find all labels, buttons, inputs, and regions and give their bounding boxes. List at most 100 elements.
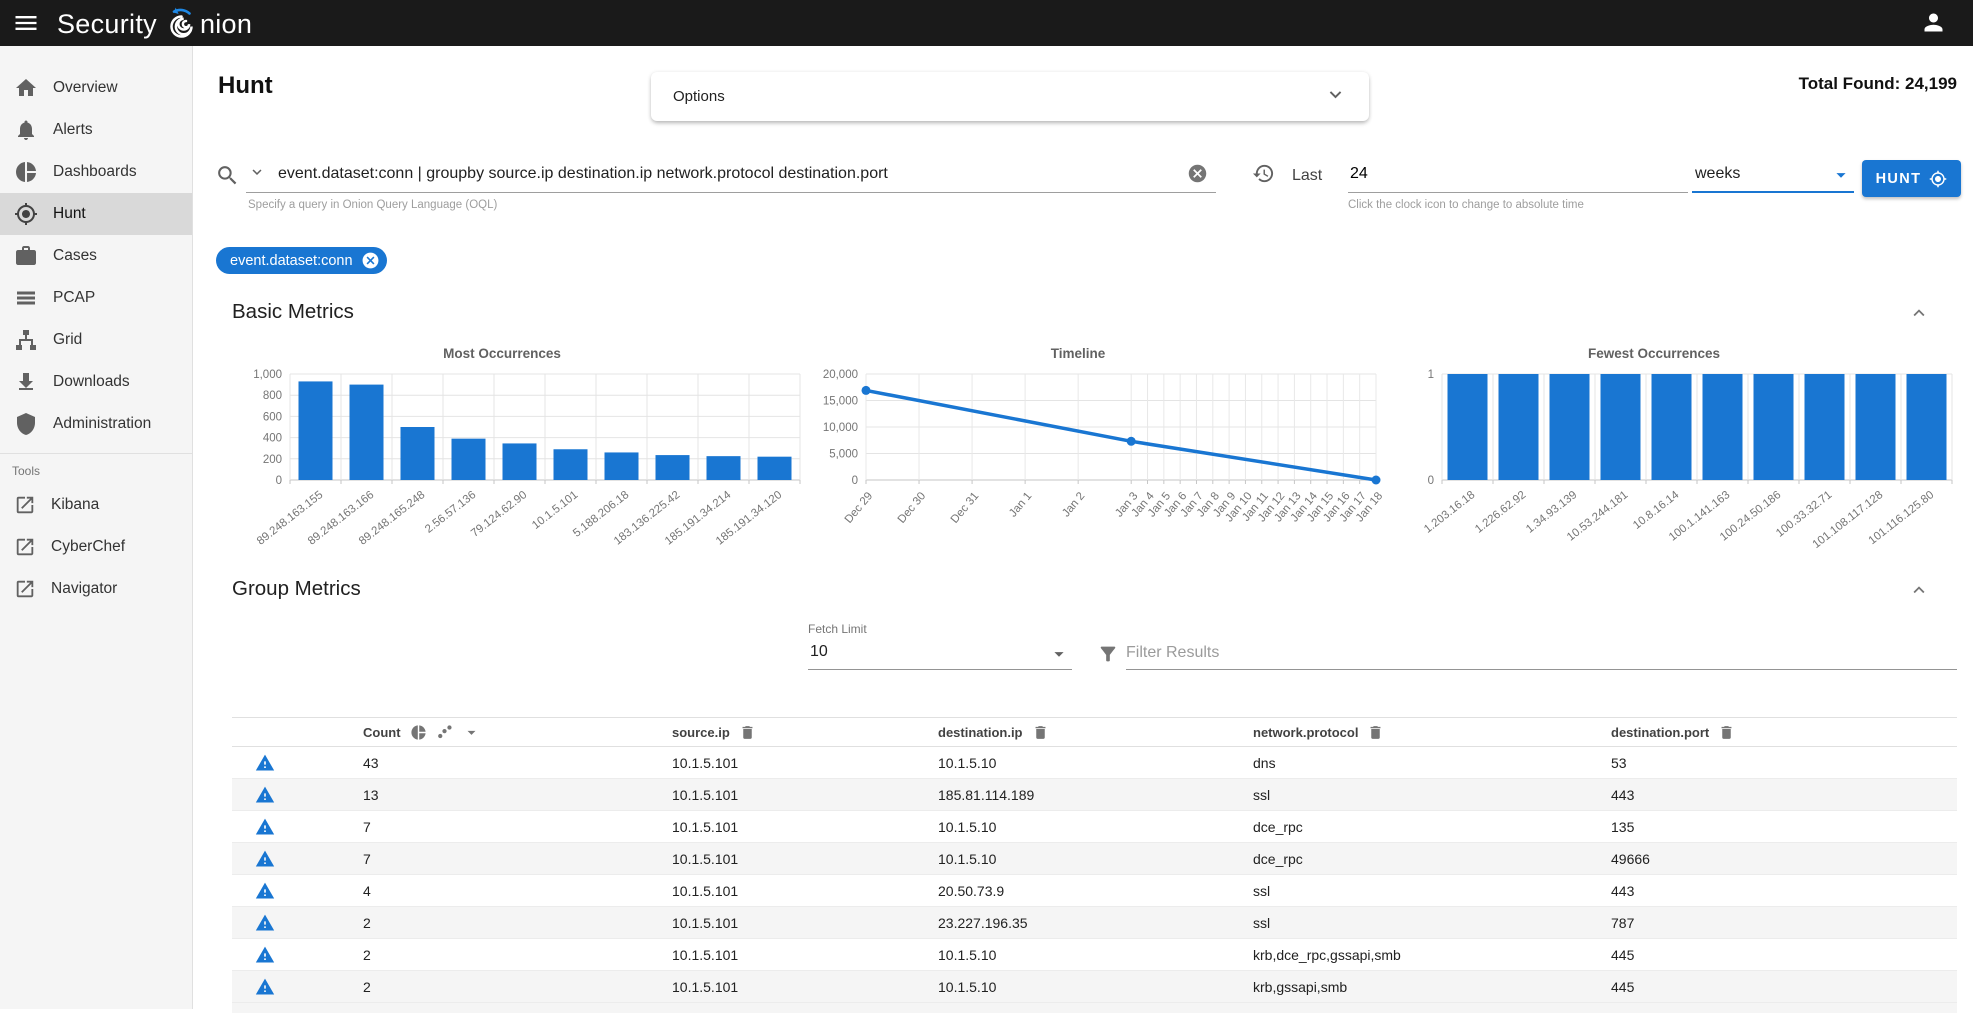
- table-row[interactable]: 410.1.5.10120.50.73.9ssl443: [232, 875, 1957, 907]
- sidebar-tools: Kibana CyberChef Navigator: [0, 484, 192, 610]
- grid-icon-wrap: [14, 328, 38, 352]
- sidebar-item-pcap[interactable]: PCAP: [0, 277, 192, 319]
- sidebar-item-hunt[interactable]: Hunt: [0, 193, 192, 235]
- warning-button[interactable]: [255, 913, 275, 933]
- pcap-lines-icon: [14, 286, 38, 310]
- sidebar-item-grid[interactable]: Grid: [0, 319, 192, 361]
- chart-most-occurrences: Most Occurrences02004006008001,00089.248…: [232, 346, 808, 562]
- sidebar-item-administration[interactable]: Administration: [0, 403, 192, 445]
- basic-metrics-title: Basic Metrics: [232, 300, 354, 324]
- sidebar-item-label: Alerts: [53, 121, 93, 139]
- time-unit-select[interactable]: weeks: [1692, 156, 1854, 193]
- warning-button[interactable]: [255, 753, 275, 773]
- sidebar-tool-cyberchef[interactable]: CyberChef: [0, 526, 192, 568]
- bar: [1703, 374, 1743, 480]
- sidebar-item-label: Hunt: [53, 205, 86, 223]
- pie-chart-icon: [410, 724, 427, 741]
- table-row[interactable]: 710.1.5.10110.1.5.10dce_rpc49666: [232, 843, 1957, 875]
- trash-button[interactable]: [1367, 724, 1384, 741]
- crosshair-icon-wrap: [14, 202, 38, 226]
- warning-icon: [255, 849, 275, 869]
- trash-button[interactable]: [739, 724, 756, 741]
- table-row[interactable]: 1310.1.5.101185.81.114.189ssl443: [232, 779, 1957, 811]
- table-cell: 10.1.5.101: [672, 787, 938, 803]
- tick-label: 800: [263, 390, 282, 402]
- external-link-icon-wrap: [14, 494, 36, 516]
- time-value-input[interactable]: [1350, 160, 1650, 188]
- pie-chart-icon: [14, 160, 38, 184]
- warning-button[interactable]: [255, 977, 275, 997]
- table-cell: 10.1.5.10: [938, 851, 1253, 867]
- scatter-plot-button[interactable]: [436, 724, 453, 741]
- onion-spiral-icon: [163, 6, 199, 42]
- sidebar-tool-label: CyberChef: [51, 538, 125, 556]
- row-warning-cell: [232, 849, 363, 869]
- table-row[interactable]: 4310.1.5.10110.1.5.10dns53: [232, 747, 1957, 779]
- table-cell: krb,dce_rpc,gssapi,smb: [1253, 947, 1611, 963]
- account-button[interactable]: [1920, 9, 1948, 37]
- external-link-icon-wrap: [14, 536, 36, 558]
- options-label: Options: [673, 88, 725, 105]
- menu-button[interactable]: [12, 9, 42, 39]
- remove-filter-icon[interactable]: [361, 251, 380, 270]
- sidebar-item-dashboards[interactable]: Dashboards: [0, 151, 192, 193]
- chart-canvas: 05,00010,00015,00020,000Dec 29Dec 30Dec …: [808, 364, 1384, 560]
- chevron-up-icon: [1908, 302, 1930, 324]
- menu-down-button[interactable]: [462, 723, 481, 742]
- tick-label: 0: [852, 475, 858, 487]
- tick-label: 20,000: [823, 369, 858, 381]
- column-header-destination-ip: destination.ip: [938, 724, 1253, 741]
- hunt-button[interactable]: HUNT: [1862, 160, 1961, 197]
- filter-chip-label: event.dataset:conn: [230, 253, 353, 269]
- warning-button[interactable]: [255, 945, 275, 965]
- sidebar-item-cases[interactable]: Cases: [0, 235, 192, 277]
- table-row[interactable]: 210.1.5.10110.1.5.10krb,dce_rpc,gssapi,s…: [232, 939, 1957, 971]
- download-icon-wrap: [14, 370, 38, 394]
- last-label: Last: [1292, 167, 1322, 185]
- search-input[interactable]: [278, 160, 1168, 188]
- group-metrics-title: Group Metrics: [232, 577, 361, 601]
- row-warning-cell: [232, 785, 363, 805]
- options-panel[interactable]: Options: [651, 72, 1369, 121]
- trash-button[interactable]: [1718, 724, 1735, 741]
- sidebar-tool-kibana[interactable]: Kibana: [0, 484, 192, 526]
- table-row[interactable]: 210.1.5.10123.227.196.35ssl787: [232, 907, 1957, 939]
- row-warning-cell: [232, 945, 363, 965]
- table-cell: dns: [1253, 755, 1611, 771]
- table-cell: 10.1.5.10: [938, 819, 1253, 835]
- time-history-button[interactable]: [1252, 162, 1275, 185]
- tick-label: 5,000: [829, 449, 858, 461]
- column-header-count: Count: [363, 723, 672, 742]
- fetch-limit-select[interactable]: 10: [808, 640, 1072, 670]
- bar: [1907, 374, 1947, 480]
- table-cell: 443: [1611, 883, 1957, 899]
- sidebar-item-alerts[interactable]: Alerts: [0, 109, 192, 151]
- chart-fewest-occurrences: Fewest Occurrences011.203.16.181.226.62.…: [1384, 346, 1960, 562]
- table-cell: 4: [363, 883, 672, 899]
- warning-button[interactable]: [255, 849, 275, 869]
- sidebar-item-overview[interactable]: Overview: [0, 67, 192, 109]
- sidebar-divider: [0, 453, 192, 454]
- scatter-plot-icon: [436, 724, 453, 741]
- trash-button[interactable]: [1032, 724, 1049, 741]
- warning-button[interactable]: [255, 881, 275, 901]
- bell-icon: [14, 118, 38, 142]
- basic-metrics-collapse-button[interactable]: [1908, 302, 1930, 329]
- filter-results-input[interactable]: [1126, 640, 1957, 666]
- sidebar: Overview Alerts Dashboards Hunt CasesPCAPGri…: [0, 46, 193, 1009]
- filter-chip[interactable]: event.dataset:conn: [216, 247, 387, 274]
- warning-button[interactable]: [255, 817, 275, 837]
- search-icon[interactable]: [215, 163, 240, 188]
- pie-chart-button[interactable]: [410, 724, 427, 741]
- tick-label: Dec 31: [949, 490, 982, 526]
- group-metrics-collapse-button[interactable]: [1908, 579, 1930, 606]
- clear-query-button[interactable]: [1187, 163, 1208, 189]
- page-title: Hunt: [218, 72, 273, 100]
- table-cell: 7: [363, 851, 672, 867]
- table-row[interactable]: 710.1.5.10110.1.5.10dce_rpc135: [232, 811, 1957, 843]
- sidebar-tool-navigator[interactable]: Navigator: [0, 568, 192, 610]
- sidebar-item-downloads[interactable]: Downloads: [0, 361, 192, 403]
- query-history-chevron-icon[interactable]: [248, 163, 266, 186]
- warning-button[interactable]: [255, 785, 275, 805]
- table-row[interactable]: 210.1.5.10110.1.5.10krb,gssapi,smb445: [232, 971, 1957, 1003]
